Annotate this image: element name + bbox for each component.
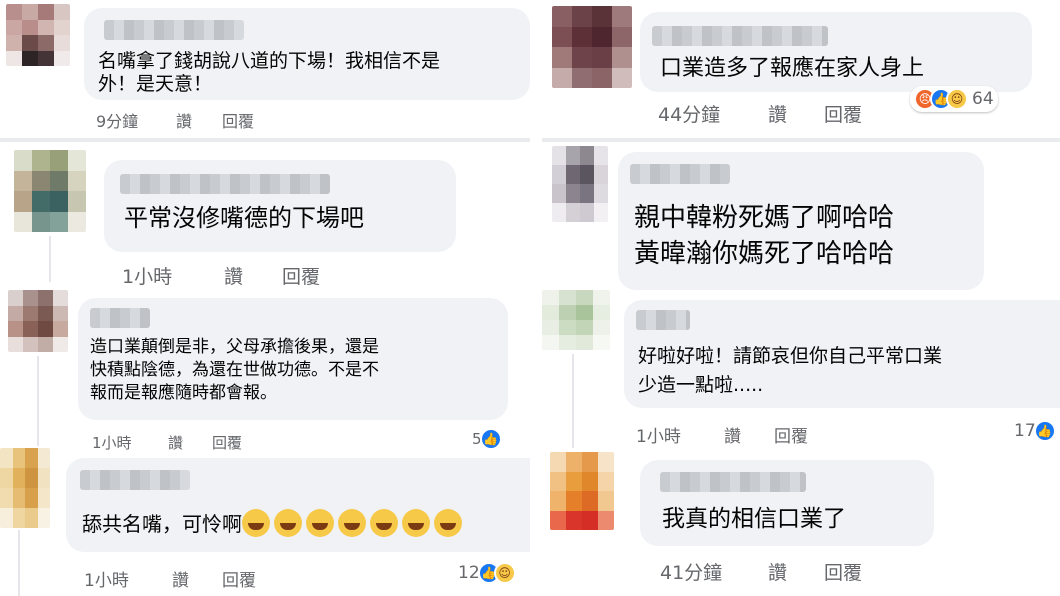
reply-link[interactable]: 回覆 <box>282 262 320 289</box>
commenter-name-blurred[interactable] <box>80 470 190 490</box>
comment-text: 好啦好啦！請節哀但你自己平常口業 少造一點啦..... <box>638 345 943 396</box>
comment-time[interactable]: 1小時 <box>84 566 129 591</box>
reply-link[interactable]: 回覆 <box>212 432 242 453</box>
comment-time[interactable]: 9分鐘 <box>96 108 138 132</box>
reaction-count: 12 <box>458 563 480 583</box>
haha-icon: ☺ <box>946 88 968 110</box>
comment-text: 名嘴拿了錢胡說八道的下場！我相信不是 外！是天意！ <box>98 50 441 95</box>
comment-time[interactable]: 1小時 <box>636 422 681 447</box>
avatar[interactable] <box>0 448 50 528</box>
comment-text: 口業造多了報應在家人身上 <box>660 56 925 81</box>
commenter-name-blurred[interactable] <box>660 472 806 492</box>
like-icon: 👍 <box>479 428 502 450</box>
avatar[interactable] <box>8 290 68 352</box>
like-link[interactable]: 讚 <box>224 262 243 289</box>
joy-emoji <box>338 508 366 537</box>
commenter-name-blurred[interactable] <box>636 310 690 330</box>
comment-bubble: 我真的相信口業了 <box>640 460 934 546</box>
haha-icon: ☺ <box>493 562 516 584</box>
reaction-count: 17 <box>1014 421 1036 441</box>
like-icon: 👍 <box>1033 420 1056 442</box>
like-link[interactable]: 讚 <box>168 432 183 453</box>
joy-emoji <box>370 508 398 537</box>
comment-time[interactable]: 41分鐘 <box>660 558 722 585</box>
reaction-summary[interactable]: 5 👍 <box>472 428 502 450</box>
comment-text: 舔共名嘴，可怜啊 <box>82 512 242 536</box>
rofl-emoji <box>434 508 462 537</box>
reaction-summary[interactable]: 12 👍 ☺ <box>458 562 516 584</box>
reaction-summary[interactable]: 😠 👍 ☺ 64 <box>910 86 998 112</box>
reply-link[interactable]: 回覆 <box>824 558 862 585</box>
joy-emoji <box>306 508 334 537</box>
commenter-name-blurred[interactable] <box>90 308 150 328</box>
avatar[interactable] <box>14 150 86 232</box>
panel-divider <box>530 0 542 596</box>
commenter-name-blurred[interactable] <box>630 164 730 184</box>
reply-link[interactable]: 回覆 <box>824 100 862 127</box>
like-link[interactable]: 讚 <box>768 100 787 127</box>
like-link[interactable]: 讚 <box>172 566 189 591</box>
comment-bubble: 親中韓粉死媽了啊哈哈 黃暐瀚你媽死了哈哈哈 <box>618 152 984 290</box>
comment-bubble: 造口業顛倒是非，父母承擔後果，還是 快積點陰德，為還在世做功德。不是不 報而是報… <box>78 298 508 420</box>
section-divider <box>542 138 1060 142</box>
commenter-name-blurred[interactable] <box>104 20 244 40</box>
thread-line <box>18 530 20 596</box>
reaction-summary[interactable]: 17 👍 <box>1014 420 1056 442</box>
rofl-emoji <box>402 508 430 537</box>
avatar[interactable] <box>550 452 614 530</box>
avatar[interactable] <box>6 4 70 66</box>
reply-link[interactable]: 回覆 <box>774 422 808 447</box>
comment-text: 我真的相信口業了 <box>662 506 846 532</box>
comment-text: 平常沒修嘴德的下場吧 <box>124 204 364 232</box>
avatar[interactable] <box>542 290 610 350</box>
section-divider <box>0 138 530 142</box>
comment-time[interactable]: 44分鐘 <box>658 100 720 127</box>
comment-bubble: 平常沒修嘴德的下場吧 <box>104 160 456 252</box>
thread-line <box>37 356 39 446</box>
commenter-name-blurred[interactable] <box>652 26 828 46</box>
like-link[interactable]: 讚 <box>768 558 787 585</box>
thread-line <box>49 236 51 282</box>
comment-time[interactable]: 1小時 <box>122 262 172 289</box>
comment-text: 親中韓粉死媽了啊哈哈 黃暐瀚你媽死了哈哈哈 <box>634 203 895 270</box>
commenter-name-blurred[interactable] <box>120 174 330 194</box>
comment-text: 造口業顛倒是非，父母承擔後果，還是 快積點陰德，為還在世做功德。不是不 報而是報… <box>90 337 379 403</box>
reply-link[interactable]: 回覆 <box>222 108 254 132</box>
like-link[interactable]: 讚 <box>724 422 741 447</box>
thread-line <box>572 354 574 448</box>
reply-link[interactable]: 回覆 <box>222 566 256 591</box>
comment-bubble: 名嘴拿了錢胡說八道的下場！我相信不是 外！是天意！ <box>84 8 530 100</box>
reaction-count: 64 <box>972 89 994 109</box>
avatar[interactable] <box>552 146 608 222</box>
comment-time[interactable]: 1小時 <box>92 432 132 453</box>
comment-bubble: 口業造多了報應在家人身上 <box>640 12 1032 92</box>
like-link[interactable]: 讚 <box>176 108 192 132</box>
rofl-emoji <box>242 508 270 537</box>
comment-bubble: 好啦好啦！請節哀但你自己平常口業 少造一點啦..... <box>624 300 1060 408</box>
comment-bubble: 舔共名嘴，可怜啊 <box>66 458 530 552</box>
right-comments-panel: 口業造多了報應在家人身上 44分鐘 讚 回覆 😠 👍 ☺ 64 親中韓粉死媽了啊… <box>542 0 1060 596</box>
joy-emoji <box>274 508 302 537</box>
avatar[interactable] <box>552 6 632 88</box>
comment-text-line: 舔共名嘴，可怜啊 <box>82 508 466 537</box>
left-comments-panel: 名嘴拿了錢胡說八道的下場！我相信不是 外！是天意！ 9分鐘 讚 回覆 平常沒修嘴… <box>0 0 530 596</box>
